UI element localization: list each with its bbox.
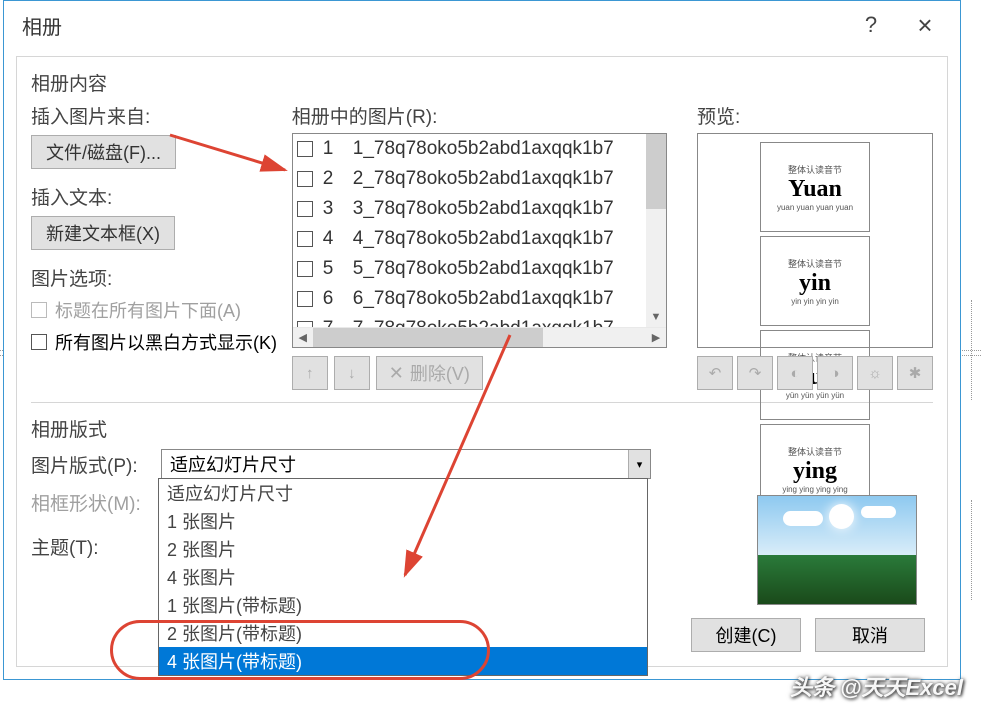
picture-layout-dropdown[interactable]: 适应幻灯片尺寸 1 张图片 2 张图片 4 张图片 1 张图片(带标题) 2 张… (158, 478, 648, 676)
contrast-up-button[interactable]: ◐ (777, 356, 813, 390)
list-item[interactable]: 33_78q78oko5b2abd1axqqk1b7 (293, 194, 666, 224)
close-button[interactable]: × (898, 5, 952, 45)
chevron-down-icon[interactable]: ▾ (628, 450, 650, 478)
dropdown-option-selected[interactable]: 4 张图片(带标题) (159, 647, 647, 675)
dialog-title: 相册 (22, 11, 62, 40)
watermark: 头条 @天天Excel (790, 670, 963, 702)
dropdown-option[interactable]: 适应幻灯片尺寸 (159, 479, 647, 507)
frame-shape-label: 相框形状(M): (31, 489, 161, 516)
picture-options-label: 图片选项: (31, 264, 288, 291)
album-content-heading: 相册内容 (31, 69, 933, 96)
list-item[interactable]: 66_78q78oko5b2abd1axqqk1b7 (293, 284, 666, 314)
picture-layout-combo[interactable]: 适应幻灯片尺寸 ▾ (161, 449, 651, 479)
rotate-right-button[interactable]: ↷ (737, 356, 773, 390)
preview-label: 预览: (697, 102, 933, 129)
contrast-down-button[interactable]: ◑ (817, 356, 853, 390)
titlebar[interactable]: 相册 ? × (4, 1, 960, 49)
delete-button[interactable]: ✕删除(V) (376, 356, 483, 390)
list-item[interactable]: 11_78q78oko5b2abd1axqqk1b7 (293, 134, 666, 164)
insert-text-label: 插入文本: (31, 183, 288, 210)
picture-layout-label: 图片版式(P): (31, 451, 161, 478)
vertical-scrollbar[interactable]: ▼ (646, 134, 666, 327)
caption-under-checkbox: 标题在所有图片下面(A) (31, 297, 288, 323)
dropdown-option[interactable]: 1 张图片 (159, 507, 647, 535)
list-item[interactable]: 77_78q78oko5b2abd1axqqk1b7 (293, 314, 666, 327)
horizontal-scrollbar[interactable]: ◀▶ (293, 327, 666, 347)
move-down-button[interactable]: ↓ (334, 356, 370, 390)
insert-from-label: 插入图片来自: (31, 102, 288, 129)
list-item[interactable]: 22_78q78oko5b2abd1axqqk1b7 (293, 164, 666, 194)
preview-pane: 整体认读音节Yuanyuan yuan yuan yuan 整体认读音节yiny… (697, 133, 933, 348)
dropdown-option[interactable]: 2 张图片(带标题) (159, 619, 647, 647)
move-up-button[interactable]: ↑ (292, 356, 328, 390)
picture-listbox[interactable]: 11_78q78oko5b2abd1axqqk1b7 22_78q78oko5b… (292, 133, 667, 348)
layout-preview-image (757, 495, 917, 605)
help-button[interactable]: ? (844, 5, 898, 45)
theme-label: 主题(T): (31, 533, 161, 560)
black-white-checkbox[interactable]: 所有图片以黑白方式显示(K) (31, 329, 288, 355)
cancel-button[interactable]: 取消 (815, 618, 925, 652)
preview-thumb: 整体认读音节yinyin yin yin yin (760, 236, 870, 326)
dropdown-option[interactable]: 4 张图片 (159, 563, 647, 591)
create-button[interactable]: 创建(C) (691, 618, 801, 652)
list-item[interactable]: 55_78q78oko5b2abd1axqqk1b7 (293, 254, 666, 284)
file-disk-button[interactable]: 文件/磁盘(F)... (31, 135, 176, 169)
dropdown-option[interactable]: 1 张图片(带标题) (159, 591, 647, 619)
new-textbox-button[interactable]: 新建文本框(X) (31, 216, 175, 250)
preview-thumb: 整体认读音节Yuanyuan yuan yuan yuan (760, 142, 870, 232)
list-item[interactable]: 44_78q78oko5b2abd1axqqk1b7 (293, 224, 666, 254)
pictures-in-album-label: 相册中的图片(R): (292, 102, 667, 129)
brightness-up-button[interactable]: ☼ (857, 356, 893, 390)
dropdown-option[interactable]: 2 张图片 (159, 535, 647, 563)
brightness-down-button[interactable]: ✱ (897, 356, 933, 390)
rotate-left-button[interactable]: ↶ (697, 356, 733, 390)
